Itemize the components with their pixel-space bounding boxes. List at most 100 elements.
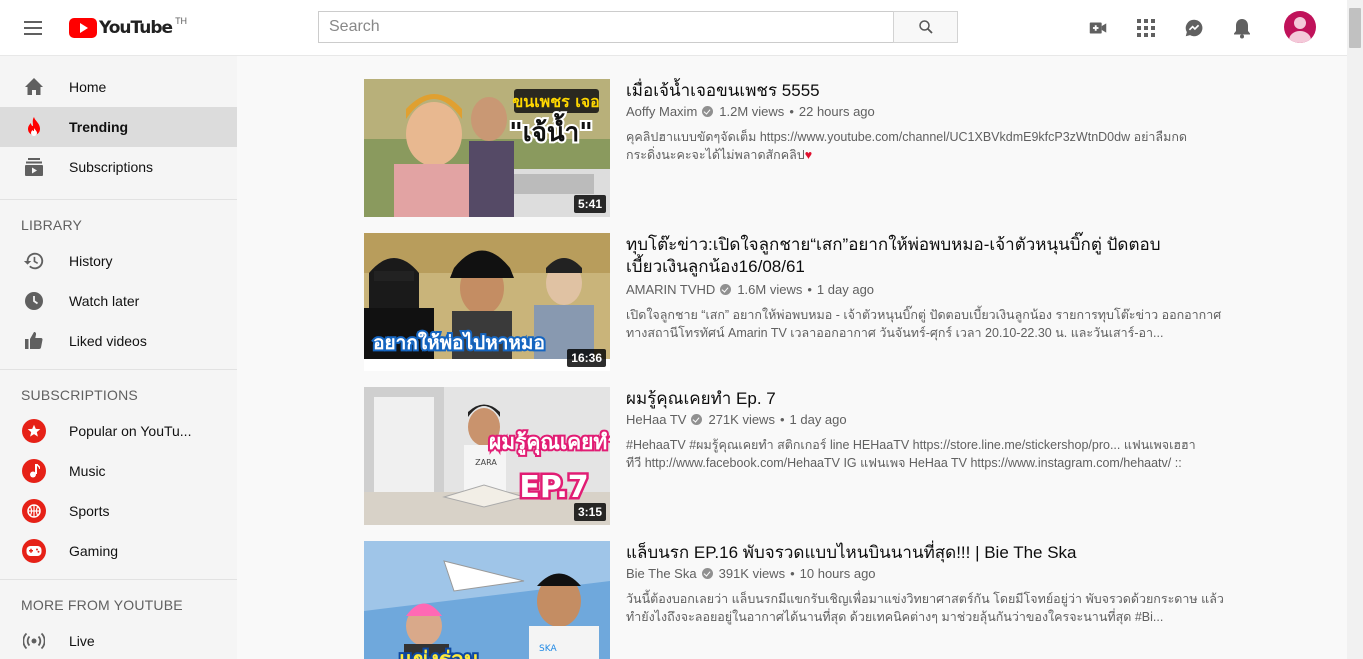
channel-name[interactable]: HeHaa TV bbox=[626, 412, 686, 427]
channel-avatar bbox=[22, 419, 46, 443]
svg-text:EP.7: EP.7 bbox=[519, 470, 588, 505]
top-bar: YouTube TH Search bbox=[0, 0, 1347, 56]
sidebar-item-label: Gaming bbox=[69, 543, 119, 559]
meta-separator: • bbox=[807, 282, 812, 297]
sidebar-item-home[interactable]: Home bbox=[0, 67, 237, 107]
sidebar-item-label: Popular on YouTu... bbox=[69, 423, 192, 439]
subscriptions-heading: SUBSCRIPTIONS bbox=[21, 387, 138, 403]
video-title[interactable]: เมื่อเจ้น้ำเจอขนเพชร 5555 bbox=[626, 80, 1186, 102]
search-input[interactable]: Search bbox=[318, 11, 894, 43]
meta-separator: • bbox=[779, 412, 785, 427]
apps-grid-icon[interactable] bbox=[1134, 16, 1158, 40]
sidebar-item-label: Watch later bbox=[69, 293, 140, 309]
sidebar-divider bbox=[0, 369, 237, 370]
search-button[interactable] bbox=[893, 11, 958, 43]
region-code: TH bbox=[175, 16, 188, 26]
channel-avatar bbox=[22, 539, 46, 563]
create-video-icon[interactable] bbox=[1086, 16, 1110, 40]
video-meta: Bie The Ska 391K views • 10 hours ago bbox=[626, 566, 876, 581]
description-line: เปิดใจลูกชาย “เสก” อยากให้พ่อพบหมอ - เจ้… bbox=[626, 308, 1222, 322]
sidebar-item-music[interactable]: Music bbox=[0, 451, 237, 491]
hamburger-menu-icon[interactable] bbox=[21, 17, 45, 41]
sidebar: Home Trending Subscriptions LIBRARY Hist… bbox=[0, 56, 237, 659]
verified-check-icon bbox=[691, 414, 703, 425]
sidebar-item-live[interactable]: Live bbox=[0, 621, 237, 659]
youtube-logo[interactable]: YouTube TH bbox=[69, 16, 187, 40]
thumbnail-image: SKA แข่งร่อน bbox=[364, 541, 610, 659]
scrollbar-thumb[interactable] bbox=[1349, 8, 1361, 48]
notifications-bell-icon[interactable] bbox=[1230, 16, 1254, 40]
live-broadcast-icon bbox=[22, 629, 46, 653]
video-duration: 16:36 bbox=[567, 349, 606, 367]
video-meta: AMARIN TVHD 1.6M views • 1 day ago bbox=[626, 282, 874, 297]
video-item: ZARA ผมรู้คุณเคยทำ EP.7 3:15 ผมรู้คุณเคย… bbox=[364, 387, 1224, 527]
thumbs-up-icon bbox=[22, 329, 46, 353]
verified-check-icon bbox=[701, 568, 713, 579]
description-line: วันนี้ต้องบอกเลยว่า แล็บนรกมีแขกรับเชิญเ… bbox=[626, 592, 1224, 606]
sidebar-item-gaming[interactable]: Gaming bbox=[0, 531, 237, 571]
video-title[interactable]: ผมรู้คุณเคยทำ Ep. 7 bbox=[626, 388, 1186, 410]
sidebar-item-trending[interactable]: Trending bbox=[0, 107, 237, 147]
svg-text:อยากให้พ่อไปหาหมอ: อยากให้พ่อไปหาหมอ bbox=[373, 331, 545, 354]
video-item: อยากให้พ่อไปหาหมอ 16:36 ทุบโต๊ะข่าว:เปิด… bbox=[364, 233, 1224, 373]
history-icon bbox=[22, 249, 46, 273]
sports-ball-icon bbox=[22, 499, 46, 523]
user-avatar[interactable] bbox=[1284, 11, 1316, 43]
video-title[interactable]: ทุบโต๊ะข่าว:เปิดใจลูกชาย“เสก”อยากให้พ่อพ… bbox=[626, 234, 1186, 278]
music-note-icon bbox=[22, 459, 46, 483]
channel-avatar bbox=[22, 499, 46, 523]
video-description: #HehaaTV #ผมรู้คุณเคยทำ สติกเกอร์ line H… bbox=[626, 436, 1226, 472]
meta-separator: • bbox=[789, 104, 794, 119]
channel-name[interactable]: Aoffy Maxim bbox=[626, 104, 697, 119]
video-description: เปิดใจลูกชาย “เสก” อยากให้พ่อพบหมอ - เจ้… bbox=[626, 306, 1226, 342]
view-count: 391K views bbox=[718, 566, 786, 581]
home-icon bbox=[22, 75, 46, 99]
sidebar-item-sports[interactable]: Sports bbox=[0, 491, 237, 531]
sidebar-item-label: Sports bbox=[69, 503, 110, 519]
sidebar-item-liked-videos[interactable]: Liked videos bbox=[0, 321, 237, 361]
sidebar-item-popular-on-youtube[interactable]: Popular on YouTu... bbox=[0, 411, 237, 451]
video-thumbnail[interactable]: SKA แข่งร่อน bbox=[364, 541, 610, 659]
channel-name[interactable]: Bie The Ska bbox=[626, 566, 697, 581]
upload-age: 10 hours ago bbox=[799, 566, 876, 581]
sidebar-item-label: Trending bbox=[69, 119, 129, 135]
channel-name[interactable]: AMARIN TVHD bbox=[626, 282, 715, 297]
svg-text:แข่งร่อน: แข่งร่อน bbox=[399, 648, 479, 659]
star-icon bbox=[22, 419, 46, 443]
sidebar-item-label: Liked videos bbox=[69, 333, 147, 349]
video-description: คุคลิปฮาแบบขัดๆจัดเต็ม https://www.youtu… bbox=[626, 128, 1226, 164]
sidebar-item-subscriptions[interactable]: Subscriptions bbox=[0, 147, 237, 187]
channel-avatar bbox=[22, 459, 46, 483]
sidebar-divider bbox=[0, 199, 237, 200]
video-title[interactable]: แล็บนรก EP.16 พับจรวดแบบไหนบินนานที่สุด!… bbox=[626, 542, 1186, 564]
video-thumbnail[interactable]: ZARA ผมรู้คุณเคยทำ EP.7 3:15 bbox=[364, 387, 610, 525]
heart-icon: ♥ bbox=[804, 148, 813, 162]
video-meta: Aoffy Maxim 1.2M views • 22 hours ago bbox=[626, 104, 875, 119]
search-placeholder: Search bbox=[329, 18, 380, 35]
video-item: SKA แข่งร่อน แล็บนรก EP.16 พับจรวดแบบไหน… bbox=[364, 541, 1224, 659]
trending-flame-icon bbox=[22, 115, 46, 139]
video-description: วันนี้ต้องบอกเลยว่า แล็บนรกมีแขกรับเชิญเ… bbox=[626, 590, 1226, 626]
messages-icon[interactable] bbox=[1182, 16, 1206, 40]
page-scrollbar[interactable] bbox=[1347, 0, 1363, 659]
svg-text:ZARA: ZARA bbox=[475, 458, 497, 467]
video-duration: 5:41 bbox=[573, 195, 606, 213]
subscriptions-icon bbox=[22, 155, 46, 179]
video-thumbnail[interactable]: อยากให้พ่อไปหาหมอ 16:36 bbox=[364, 233, 610, 371]
sidebar-item-label: History bbox=[69, 253, 113, 269]
sidebar-item-label: Live bbox=[69, 633, 95, 649]
view-count: 1.2M views bbox=[719, 104, 785, 119]
description-line: ทำยังไงถึงจะลอยอยู่ในอากาศได้นานที่สุด ด… bbox=[626, 610, 1164, 624]
video-duration: 3:15 bbox=[573, 503, 606, 521]
verified-check-icon bbox=[720, 284, 732, 295]
svg-text:SKA: SKA bbox=[539, 644, 557, 654]
video-thumbnail[interactable]: ขนเพชร เจอ "เจ้น้ำ" 5:41 bbox=[364, 79, 610, 217]
youtube-play-icon bbox=[69, 18, 97, 38]
upload-age: 22 hours ago bbox=[798, 104, 875, 119]
view-count: 1.6M views bbox=[737, 282, 803, 297]
verified-check-icon bbox=[702, 106, 714, 117]
sidebar-item-history[interactable]: History bbox=[0, 241, 237, 281]
sidebar-item-watch-later[interactable]: Watch later bbox=[0, 281, 237, 321]
upload-age: 1 day ago bbox=[789, 412, 847, 427]
more-from-youtube-heading: MORE FROM YOUTUBE bbox=[21, 597, 183, 613]
